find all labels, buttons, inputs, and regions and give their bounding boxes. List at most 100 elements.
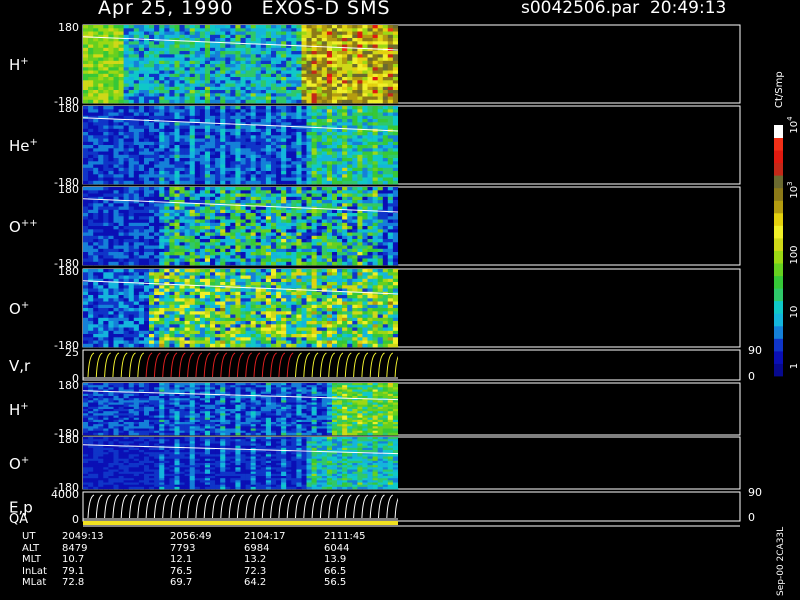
heat-cell xyxy=(306,242,312,246)
heat-cell xyxy=(138,112,145,116)
heat-cell xyxy=(83,229,89,233)
heat-cell xyxy=(372,77,378,81)
heat-cell xyxy=(169,171,175,175)
heat-cell xyxy=(93,187,99,191)
heat-cell xyxy=(159,252,165,256)
heat-cell xyxy=(286,80,292,84)
heat-cell xyxy=(352,138,358,142)
heat-cell xyxy=(321,167,328,172)
heat-cell xyxy=(103,308,109,312)
heat-cell xyxy=(174,193,180,197)
heat-cell xyxy=(362,138,368,142)
heat-cell xyxy=(347,154,353,159)
heat-cell xyxy=(83,314,89,318)
heat-cell xyxy=(382,132,389,136)
heat-cell xyxy=(159,291,165,296)
heat-cell xyxy=(169,64,175,68)
heat-cell xyxy=(194,174,201,178)
heat-cell xyxy=(174,327,180,331)
heat-cell xyxy=(240,177,246,181)
heat-cell xyxy=(271,109,277,113)
heat-cell xyxy=(144,145,150,149)
heat-cell xyxy=(159,285,165,289)
heat-cell xyxy=(164,203,170,207)
heat-cell xyxy=(281,54,287,58)
heat-cell xyxy=(108,128,114,133)
heat-cell xyxy=(174,161,180,165)
heat-cell xyxy=(382,112,389,116)
heat-cell xyxy=(194,112,201,116)
heat-cell xyxy=(123,145,129,149)
heat-cell xyxy=(245,190,251,194)
heat-cell xyxy=(93,28,99,32)
heat-cell xyxy=(204,190,211,194)
heat-cell xyxy=(123,93,129,97)
heat-cell xyxy=(220,248,226,253)
heat-cell xyxy=(159,321,165,325)
heat-cell xyxy=(281,96,287,100)
heat-cell xyxy=(362,41,368,45)
heat-cell xyxy=(387,64,394,68)
heat-cell xyxy=(352,31,358,35)
heat-cell xyxy=(347,167,353,172)
heat-cell xyxy=(291,180,297,185)
heat-cell xyxy=(240,93,246,97)
heat-cell xyxy=(164,327,170,331)
heat-cell xyxy=(204,193,211,197)
heat-cell xyxy=(194,151,201,155)
heat-cell xyxy=(326,51,333,55)
heat-cell xyxy=(133,161,140,165)
heat-cell xyxy=(184,154,190,159)
heat-cell xyxy=(372,80,378,84)
heat-cell xyxy=(159,25,165,29)
heat-cell xyxy=(296,64,302,68)
heat-cell xyxy=(149,222,155,227)
heat-cell xyxy=(138,161,145,165)
heat-cell xyxy=(276,122,282,126)
heat-cell xyxy=(88,282,94,286)
heat-cell xyxy=(118,295,124,299)
heat-cell xyxy=(144,291,150,296)
heat-cell xyxy=(387,119,394,123)
heat-cell xyxy=(138,25,145,29)
heat-cell xyxy=(184,67,190,71)
heat-cell xyxy=(113,327,119,331)
heat-cell xyxy=(235,235,241,240)
heat-cell xyxy=(103,83,109,87)
heat-cell xyxy=(123,154,129,159)
heat-cell xyxy=(382,28,389,32)
heat-cell xyxy=(347,83,353,87)
heat-cell xyxy=(255,252,262,256)
heat-cell xyxy=(342,115,348,120)
heat-cell xyxy=(108,269,114,273)
y-axis-max: 180 xyxy=(58,102,79,115)
heat-cell xyxy=(311,28,317,32)
heat-cell xyxy=(332,80,338,84)
heat-cell xyxy=(184,226,190,230)
heat-cell xyxy=(184,64,190,68)
heat-cell xyxy=(321,51,328,55)
heat-cell xyxy=(128,77,135,81)
heat-cell xyxy=(250,64,257,68)
heat-cell xyxy=(316,28,323,32)
heat-cell xyxy=(169,93,175,97)
heat-cell xyxy=(382,200,389,204)
heat-cell xyxy=(276,96,282,100)
heat-cell xyxy=(316,47,323,52)
heat-cell xyxy=(301,83,307,87)
heat-cell xyxy=(245,161,251,165)
heat-cell xyxy=(138,343,145,348)
heat-cell xyxy=(123,132,129,136)
heat-cell xyxy=(98,64,104,68)
heat-cell xyxy=(189,167,196,172)
heat-cell xyxy=(189,96,196,100)
heat-cell xyxy=(220,145,226,149)
heat-cell xyxy=(210,164,216,168)
heat-cell xyxy=(154,278,160,283)
heat-cell xyxy=(245,261,251,266)
heat-cell xyxy=(296,158,302,162)
heat-cell xyxy=(189,132,196,136)
heat-cell xyxy=(367,222,373,227)
heat-cell xyxy=(149,132,155,136)
heat-cell xyxy=(240,151,246,155)
